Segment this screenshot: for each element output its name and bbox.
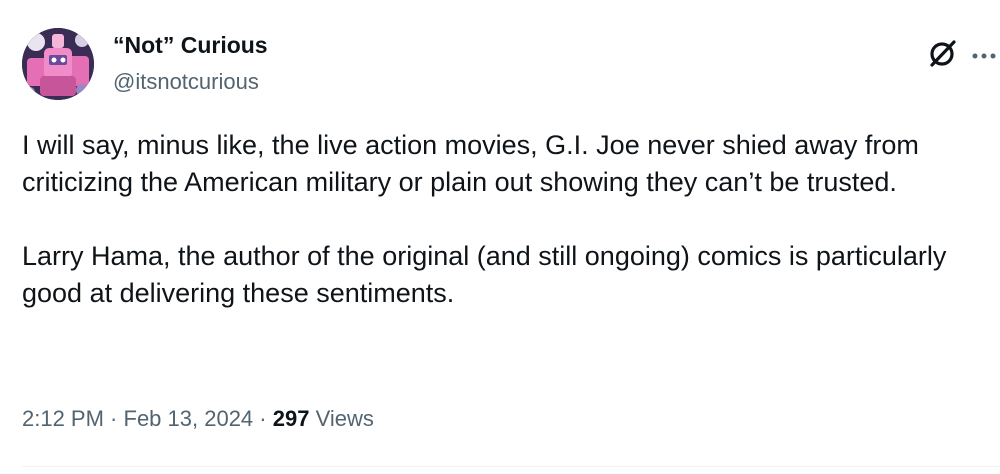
divider: [22, 466, 1000, 467]
meta-separator: ·: [103, 406, 124, 431]
tweet-paragraph: I will say, minus like, the live action …: [22, 130, 919, 197]
grok-slash-icon[interactable]: [926, 36, 960, 70]
author-display-name[interactable]: “Not” Curious: [113, 32, 268, 59]
tweet-text: I will say, minus like, the live action …: [22, 127, 982, 312]
tweet-paragraph: Larry Hama, the author of the original (…: [22, 241, 947, 308]
tweet-meta: 2:12 PM · Feb 13, 2024 · 297 Views: [22, 406, 374, 432]
avatar[interactable]: [22, 28, 94, 100]
meta-separator: ·: [253, 406, 273, 431]
views-count: 297: [272, 406, 310, 431]
views-label: Views: [309, 406, 374, 431]
author-handle[interactable]: @itsnotcurious: [113, 69, 259, 95]
tweet-date[interactable]: Feb 13, 2024: [124, 406, 254, 431]
tweet-card: “Not” Curious @itsnotcurious I will say,…: [0, 0, 1000, 474]
avatar-illustration-icon: [22, 28, 94, 100]
more-horizontal-icon[interactable]: [970, 48, 1000, 59]
tweet-time[interactable]: 2:12 PM: [22, 406, 104, 431]
